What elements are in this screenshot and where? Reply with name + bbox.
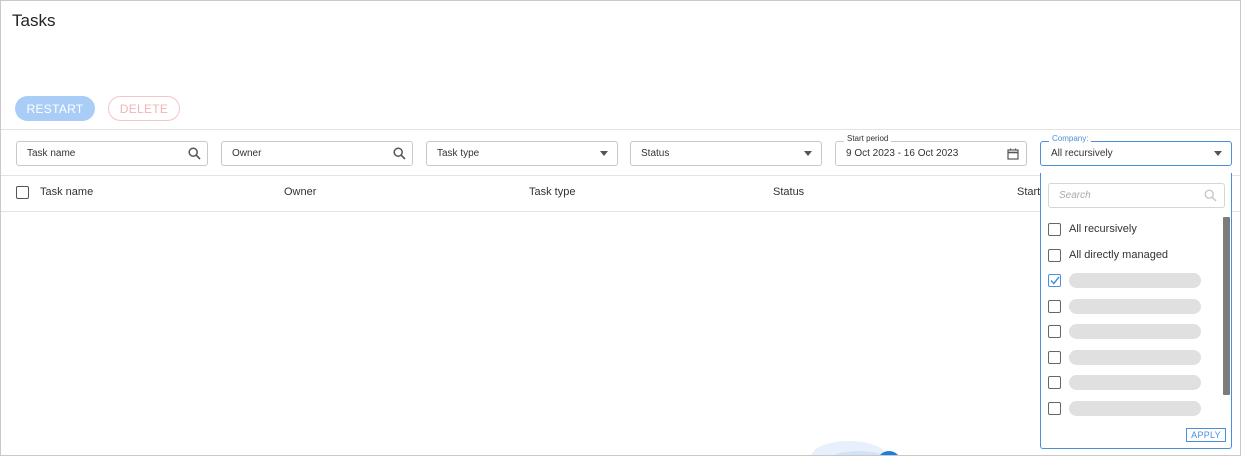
checkbox[interactable]	[1048, 375, 1061, 389]
restart-button[interactable]: RESTART	[15, 96, 95, 121]
checkbox[interactable]	[1048, 401, 1061, 415]
owner-filter[interactable]: Owner	[221, 141, 413, 166]
company-option[interactable]	[1048, 322, 1201, 340]
company-label: Company:	[1049, 134, 1092, 143]
checkbox-checked[interactable]	[1048, 273, 1061, 287]
company-option[interactable]	[1048, 399, 1201, 417]
chevron-down-icon[interactable]	[597, 147, 611, 161]
status-select[interactable]: Status	[630, 141, 822, 166]
redacted-company-name	[1069, 349, 1201, 365]
checkbox[interactable]	[1048, 248, 1061, 262]
checkbox[interactable]	[1048, 299, 1061, 313]
calendar-icon[interactable]	[1006, 147, 1020, 161]
chevron-down-icon[interactable]	[1211, 147, 1225, 161]
company-option-label: All directly managed	[1069, 249, 1169, 261]
column-header-status[interactable]: Status	[773, 186, 804, 198]
empty-state-illustration	[811, 441, 898, 455]
divider	[1, 129, 1240, 130]
search-icon[interactable]	[392, 147, 406, 161]
company-option[interactable]: All directly managed	[1048, 246, 1168, 264]
company-dropdown: Search All recursively All directly mana…	[1040, 173, 1232, 449]
select-all-checkbox[interactable]	[16, 186, 29, 199]
task-name-filter-placeholder: Task name	[27, 148, 76, 159]
column-header-task-type[interactable]: Task type	[529, 186, 575, 198]
company-option-label: All recursively	[1069, 223, 1137, 235]
company-option[interactable]: All recursively	[1048, 220, 1137, 238]
status-select-placeholder: Status	[641, 148, 670, 159]
owner-filter-placeholder: Owner	[232, 148, 262, 159]
apply-button[interactable]: APPLY	[1186, 428, 1226, 442]
task-type-select-placeholder: Task type	[437, 148, 480, 159]
dropdown-scrollbar[interactable]	[1223, 217, 1230, 395]
redacted-company-name	[1069, 374, 1201, 390]
company-option[interactable]	[1048, 297, 1201, 315]
redacted-company-name	[1069, 272, 1201, 288]
delete-button[interactable]: DELETE	[108, 96, 180, 121]
task-type-select[interactable]: Task type	[426, 141, 618, 166]
app-window: Tasks RESTART DELETE Task name Owner Tas…	[0, 0, 1241, 456]
column-header-task-name[interactable]: Task name	[40, 186, 93, 198]
redacted-company-name	[1069, 400, 1201, 416]
column-header-owner[interactable]: Owner	[284, 186, 316, 198]
company-search-input[interactable]: Search	[1048, 183, 1225, 208]
column-header-start[interactable]: Start	[1017, 186, 1040, 198]
checkbox[interactable]	[1048, 324, 1061, 338]
start-period-label: Start period	[844, 134, 892, 143]
company-select-value: All recursively	[1051, 148, 1113, 159]
page-title: Tasks	[12, 11, 56, 30]
company-search-placeholder: Search	[1059, 190, 1091, 201]
task-name-filter[interactable]: Task name	[16, 141, 208, 166]
redacted-company-name	[1069, 298, 1201, 314]
chevron-down-icon[interactable]	[801, 147, 815, 161]
company-option[interactable]	[1048, 271, 1201, 289]
search-icon[interactable]	[187, 147, 201, 161]
company-option[interactable]	[1048, 373, 1201, 391]
checkbox[interactable]	[1048, 350, 1061, 364]
redacted-company-name	[1069, 323, 1201, 339]
checkbox[interactable]	[1048, 222, 1061, 236]
company-option[interactable]	[1048, 348, 1201, 366]
search-icon	[1204, 189, 1218, 203]
company-select[interactable]: Company: All recursively	[1040, 134, 1232, 166]
checkmark-icon	[1049, 276, 1060, 285]
start-period-picker[interactable]: Start period 9 Oct 2023 - 16 Oct 2023	[835, 134, 1027, 166]
start-period-value: 9 Oct 2023 - 16 Oct 2023	[846, 148, 959, 159]
